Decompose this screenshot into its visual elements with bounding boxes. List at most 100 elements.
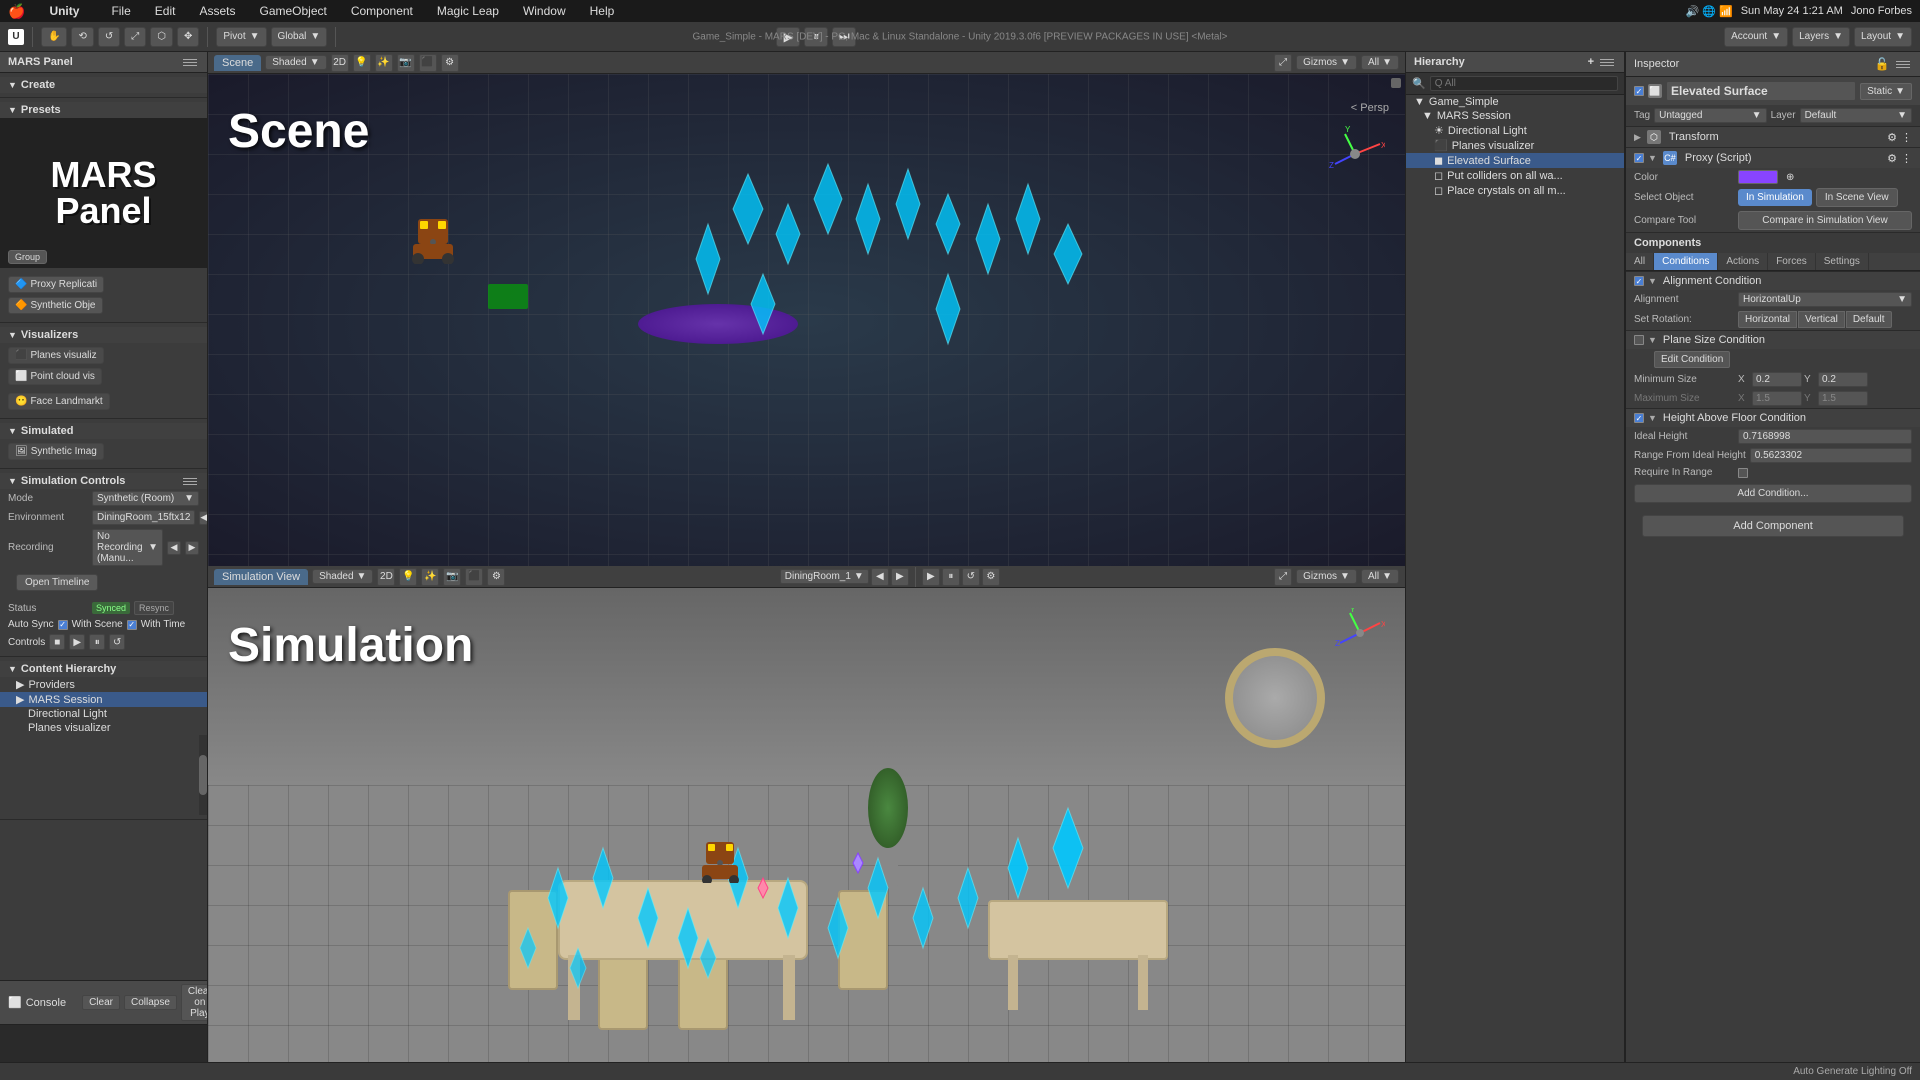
scene-fx-button[interactable]: ✨: [375, 54, 393, 72]
minimum-size-y-input[interactable]: [1818, 372, 1868, 387]
pause-button[interactable]: ⏸: [804, 27, 828, 47]
scene-maximize-button[interactable]: ⤢: [1274, 54, 1292, 72]
scene-tab[interactable]: Scene: [214, 55, 261, 71]
sim-3d-content[interactable]: Simulation: [208, 588, 1405, 1080]
mars-session-item[interactable]: ▶ MARS Session: [0, 692, 207, 707]
layout-dropdown[interactable]: Layout ▼: [1854, 27, 1912, 47]
plane-size-enabled-checkbox[interactable]: [1634, 335, 1644, 345]
tab-forces[interactable]: Forces: [1768, 253, 1816, 270]
require-in-range-checkbox[interactable]: [1738, 468, 1748, 478]
sim-grid-button[interactable]: ⬛: [465, 568, 483, 586]
proxy-header[interactable]: ▼ C# Proxy (Script) ⚙ ⋮: [1626, 148, 1920, 168]
visualizers-header[interactable]: ▼ Visualizers: [0, 327, 207, 343]
sim-gear-button[interactable]: ⚙: [982, 568, 1000, 586]
add-component-button[interactable]: Add Component: [1642, 515, 1904, 537]
menu-assets[interactable]: Assets: [195, 2, 239, 20]
global-dropdown[interactable]: Global ▼: [271, 27, 328, 47]
range-ideal-input[interactable]: [1750, 448, 1912, 463]
proxy-overflow-icon[interactable]: ⋮: [1901, 152, 1912, 165]
sim-cam-button[interactable]: 📷: [443, 568, 461, 586]
providers-item[interactable]: ▶ Providers: [0, 677, 207, 692]
ideal-height-input[interactable]: [1738, 429, 1912, 444]
simulated-header[interactable]: ▼ Simulated: [0, 423, 207, 439]
scene-2d-button[interactable]: 2D: [331, 54, 349, 72]
directional-light-item[interactable]: Directional Light: [0, 707, 207, 721]
sim-prev-button[interactable]: ◀: [871, 568, 889, 586]
height-floor-enabled-checkbox[interactable]: [1634, 413, 1644, 423]
tab-all[interactable]: All: [1626, 253, 1654, 270]
elevated-surface-hier-item[interactable]: ◼ Elevated Surface: [1406, 153, 1624, 168]
minimum-size-x-input[interactable]: [1752, 372, 1802, 387]
static-dropdown[interactable]: Static ▼: [1860, 83, 1912, 100]
sim-settings-button[interactable]: ⚙: [487, 568, 505, 586]
mars-panel-menu-icon[interactable]: [181, 57, 199, 68]
mode-dropdown[interactable]: Synthetic (Room) ▼: [92, 491, 199, 506]
ctrl-stop-button[interactable]: ■: [49, 634, 65, 650]
sim-fx-button[interactable]: ✨: [421, 568, 439, 586]
sim-loop-button[interactable]: ↺: [962, 568, 980, 586]
sim-maximize-button[interactable]: ⤢: [1274, 568, 1292, 586]
proxy-enabled-checkbox[interactable]: [1634, 153, 1644, 163]
compare-simulation-button[interactable]: Compare in Simulation View: [1738, 211, 1912, 230]
sim-gizmos-dropdown[interactable]: Gizmos ▼: [1296, 569, 1357, 584]
collapse-button[interactable]: Collapse: [124, 995, 177, 1010]
planes-viz-hier-item[interactable]: Planes visualizer: [0, 721, 207, 735]
scene-grid-button[interactable]: ⬛: [419, 54, 437, 72]
tool-rotate[interactable]: ↺: [98, 27, 120, 47]
content-hierarchy-header[interactable]: ▼ Content Hierarchy: [0, 661, 207, 677]
menu-edit[interactable]: Edit: [151, 2, 180, 20]
hierarchy-scroll[interactable]: ▼ Game_Simple ▼ MARS Session ☀ Direction…: [1406, 95, 1624, 1080]
env-dropdown[interactable]: DiningRoom_15ftx12: [92, 510, 195, 525]
alignment-enabled-checkbox[interactable]: [1634, 276, 1644, 286]
tool-custom[interactable]: ✥: [177, 27, 199, 47]
layers-dropdown[interactable]: Layers ▼: [1792, 27, 1850, 47]
color-hex-icon[interactable]: ⊕: [1786, 172, 1794, 183]
hierarchy-scrollbar-thumb[interactable]: [199, 755, 207, 795]
scene-cam-button[interactable]: 📷: [397, 54, 415, 72]
sim-play-button[interactable]: ▶: [922, 568, 940, 586]
inspector-body[interactable]: ⬜ Static ▼ Tag Untagged ▼ Layer Default …: [1626, 77, 1920, 1080]
vertical-rotation-button[interactable]: Vertical: [1798, 311, 1845, 328]
sim-shading-dropdown[interactable]: Shaded ▼: [312, 569, 373, 584]
gizmos-dropdown[interactable]: Gizmos ▼: [1296, 55, 1357, 70]
mars-session-hier-item[interactable]: ▼ MARS Session: [1406, 109, 1624, 123]
tool-hand[interactable]: ✋: [41, 27, 67, 47]
scene-settings-button[interactable]: ⚙: [441, 54, 459, 72]
sim-light-button[interactable]: 💡: [399, 568, 417, 586]
tool-scale[interactable]: ⤢: [124, 27, 146, 47]
recording-dropdown[interactable]: No Recording (Manu... ▼: [92, 529, 163, 566]
sim-pause-button[interactable]: ⏸: [942, 568, 960, 586]
maximum-size-x-input[interactable]: [1752, 391, 1802, 406]
inspector-lock-icon[interactable]: 🔓: [1874, 56, 1890, 72]
tool-rect[interactable]: ⬡: [150, 27, 173, 47]
menu-component[interactable]: Component: [347, 2, 417, 20]
face-landmark-item[interactable]: 😶 Face Landmarkt: [8, 393, 110, 410]
synthetic-obje-item[interactable]: 🔶 Synthetic Obje: [8, 297, 103, 314]
object-active-checkbox[interactable]: [1634, 86, 1644, 96]
add-condition-button[interactable]: Add Condition...: [1634, 484, 1912, 503]
plane-size-header[interactable]: ▼ Plane Size Condition: [1626, 331, 1920, 349]
hierarchy-search-input[interactable]: [1430, 76, 1618, 91]
horizontal-rotation-button[interactable]: Horizontal: [1738, 311, 1797, 328]
menu-gameobject[interactable]: GameObject: [255, 2, 330, 20]
scene-shading-dropdown[interactable]: Shaded ▼: [265, 55, 326, 70]
with-time-checkbox[interactable]: [127, 620, 137, 630]
clear-on-play-button[interactable]: Clear on Play: [181, 984, 208, 1021]
clear-button[interactable]: Clear: [82, 995, 120, 1010]
presets-section-header[interactable]: ▼ Presets: [0, 102, 207, 118]
ctrl-loop-button[interactable]: ↺: [109, 634, 125, 650]
scene-close-icon[interactable]: [1391, 78, 1401, 88]
resync-button[interactable]: Resync: [134, 601, 174, 615]
color-swatch[interactable]: [1738, 170, 1778, 184]
create-section-header[interactable]: ▼ Create: [0, 77, 207, 93]
sim-next-button[interactable]: ▶: [891, 568, 909, 586]
directional-light-hier-item[interactable]: ☀ Directional Light: [1406, 123, 1624, 138]
maximum-size-y-input[interactable]: [1818, 391, 1868, 406]
mars-panel-scroll[interactable]: ▼ Create ▼ Presets MARS Panel Group: [0, 73, 207, 980]
in-scene-view-button[interactable]: In Scene View: [1816, 188, 1898, 207]
object-name-input[interactable]: [1666, 81, 1856, 101]
sim-env-dropdown[interactable]: DiningRoom_1 ▼: [780, 569, 869, 584]
menu-window[interactable]: Window: [519, 2, 570, 20]
tab-settings[interactable]: Settings: [1816, 253, 1869, 270]
rec-prev-button[interactable]: ◀: [167, 541, 181, 555]
